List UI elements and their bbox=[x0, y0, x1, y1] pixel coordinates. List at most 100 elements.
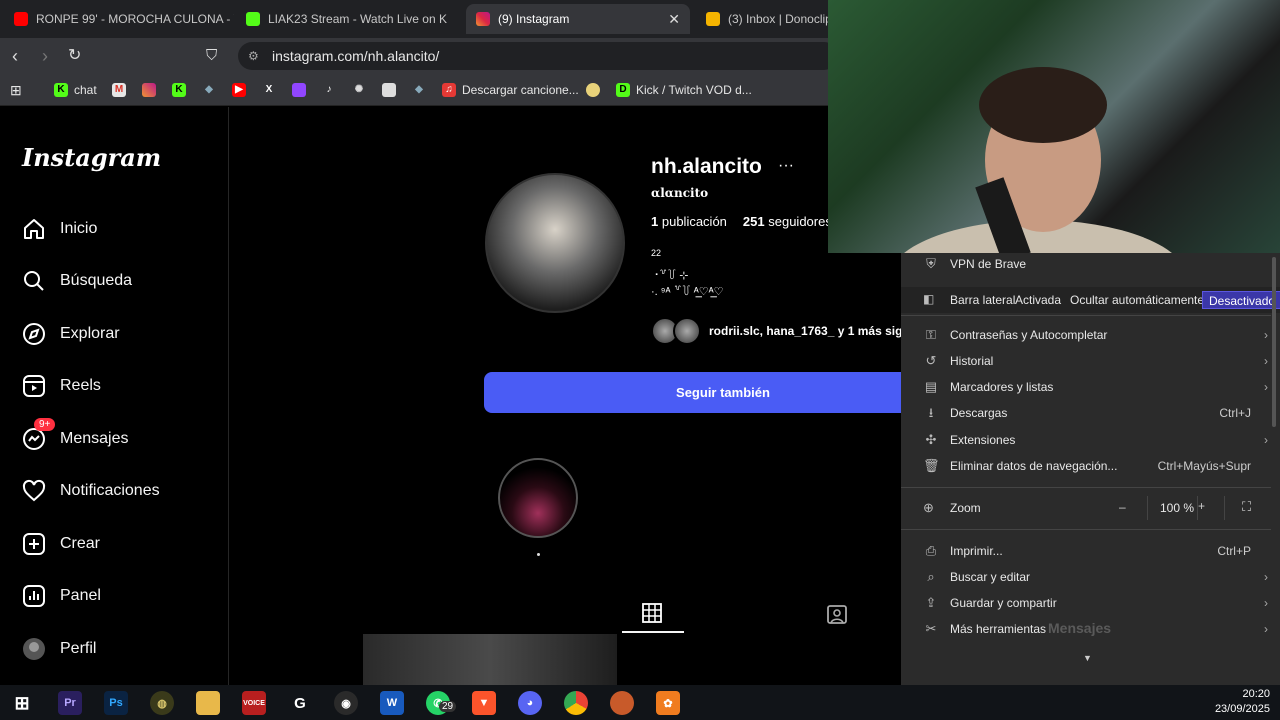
tab-label: LIAK23 Stream - Watch Live on K bbox=[268, 12, 447, 26]
sidebar-option-on[interactable]: Activada bbox=[1015, 291, 1061, 309]
follow-back-button[interactable]: Seguir también bbox=[484, 372, 962, 413]
bookmark-gmail[interactable]: M bbox=[112, 81, 132, 99]
tab-kick[interactable]: LIAK23 Stream - Watch Live on K bbox=[236, 4, 464, 34]
menu-label: Descargas bbox=[950, 406, 1008, 420]
menu-shortcut: Ctrl+Mayús+Supr bbox=[1157, 459, 1251, 473]
more-options-icon[interactable]: ··· bbox=[778, 157, 794, 175]
chevron-down-icon: ▼ bbox=[1083, 653, 1092, 663]
bookmark-misc[interactable] bbox=[586, 81, 606, 99]
url-input[interactable]: ⚙ instagram.com/nh.alancito/ bbox=[238, 42, 838, 70]
site-info-icon[interactable]: ⚙ bbox=[248, 49, 259, 63]
clock[interactable]: 20:20 23/09/2025 bbox=[1215, 687, 1270, 717]
nav-perfil[interactable]: Perfil bbox=[22, 634, 96, 664]
menu-label: Buscar y editar bbox=[950, 570, 1031, 584]
trash-icon: 🗑 bbox=[923, 458, 940, 473]
bookmark-label: Descargar cancione... bbox=[462, 83, 579, 97]
posts-number: 1 bbox=[651, 214, 659, 229]
avatar bbox=[23, 638, 45, 660]
nav-explorar[interactable]: Explorar bbox=[22, 319, 120, 349]
bookmark-descargar[interactable]: ♫ Descargar cancione... bbox=[442, 81, 579, 99]
heart-icon bbox=[22, 479, 46, 502]
tab-instagram[interactable]: (9) Instagram ✕ bbox=[466, 4, 690, 34]
nav-crear[interactable]: Crear bbox=[22, 529, 100, 559]
bookmark-app[interactable] bbox=[382, 81, 402, 99]
bookmark-openai[interactable]: ✺ bbox=[352, 81, 372, 99]
chrome-icon[interactable] bbox=[564, 691, 588, 715]
menu-label: Imprimir... bbox=[950, 544, 1003, 558]
zoom-in-button[interactable]: + bbox=[1198, 499, 1205, 513]
menu-downloads[interactable]: ⭳ Descargas Ctrl+J bbox=[901, 400, 1280, 426]
tiktok-icon: ♪ bbox=[326, 84, 332, 95]
bookmark-twitch[interactable] bbox=[292, 81, 312, 99]
discord-icon[interactable]: ◕ bbox=[518, 691, 542, 715]
reload-icon[interactable]: ↻ bbox=[68, 46, 81, 66]
bookmark-chat[interactable]: Kchat bbox=[54, 81, 97, 99]
chevron-right-icon: › bbox=[1264, 380, 1268, 394]
tab-donoclip[interactable]: (3) Inbox | Donoclip bbox=[696, 4, 830, 34]
sidebar-option-autohide[interactable]: Ocultar automáticamente bbox=[1070, 291, 1204, 309]
app-icon[interactable]: G bbox=[288, 691, 312, 715]
app-icon[interactable]: ◍ bbox=[150, 691, 174, 715]
menu-clear-data[interactable]: 🗑 Eliminar datos de navegación... Ctrl+M… bbox=[901, 453, 1280, 479]
menu-divider bbox=[1224, 496, 1225, 520]
menu-scrollbar[interactable] bbox=[1272, 257, 1276, 427]
brave-icon[interactable]: ▼ bbox=[472, 691, 496, 715]
nav-panel[interactable]: Panel bbox=[22, 581, 101, 611]
sidebar-option-off[interactable]: Desactivado bbox=[1202, 291, 1280, 309]
menu-label: Historial bbox=[950, 354, 994, 368]
nav-notificaciones[interactable]: Notificaciones bbox=[22, 476, 160, 506]
bookmark-kick[interactable]: K bbox=[172, 81, 192, 99]
bookmark-youtube[interactable]: ▶ bbox=[232, 81, 252, 99]
grid-icon[interactable] bbox=[642, 603, 662, 623]
post-thumbnail[interactable] bbox=[363, 634, 617, 685]
menu-divider bbox=[901, 487, 1271, 488]
menu-extensions[interactable]: ✣ Extensiones › bbox=[901, 427, 1280, 453]
chart-icon bbox=[23, 585, 45, 607]
youtube-icon bbox=[14, 12, 28, 26]
close-icon[interactable]: ✕ bbox=[668, 11, 680, 28]
zoom-out-button[interactable]: – bbox=[1119, 500, 1126, 514]
nav-label: Mensajes bbox=[60, 430, 129, 447]
bookmark-icon[interactable]: ⛉ bbox=[206, 46, 217, 66]
nav-busqueda[interactable]: Búsqueda bbox=[22, 266, 132, 296]
menu-save-share[interactable]: ⇪ Guardar y compartir › bbox=[901, 590, 1280, 616]
premiere-icon[interactable]: Pr bbox=[58, 691, 82, 715]
nav-mensajes[interactable]: 9+ Mensajes bbox=[22, 418, 129, 454]
word-icon[interactable]: W bbox=[380, 691, 404, 715]
bookmark-tiktok[interactable]: ♪ bbox=[322, 81, 342, 99]
bookmark-kick-vod[interactable]: D Kick / Twitch VOD d... bbox=[616, 81, 752, 99]
folder-icon[interactable] bbox=[196, 691, 220, 715]
menu-find[interactable]: ⌕ Buscar y editar › bbox=[901, 564, 1280, 590]
instagram-logo[interactable]: Instagram bbox=[22, 143, 161, 172]
menu-vpn[interactable]: ⛨ VPN de Brave bbox=[901, 251, 1280, 277]
nav-reels[interactable]: Reels bbox=[22, 371, 101, 401]
bookmark-x[interactable]: X bbox=[262, 81, 282, 99]
menu-shortcut: Ctrl+J bbox=[1219, 406, 1251, 420]
bookmark-instagram[interactable] bbox=[142, 81, 162, 99]
tagged-icon[interactable] bbox=[826, 603, 848, 625]
menu-bookmarks[interactable]: ▤ Marcadores y listas › bbox=[901, 374, 1280, 400]
app-icon[interactable] bbox=[610, 691, 634, 715]
tab-youtube[interactable]: RONPE 99' - MOROCHA CULONA - Y bbox=[4, 4, 234, 34]
nav-inicio[interactable]: Inicio bbox=[22, 214, 97, 244]
windows-start-icon[interactable]: ⊞ bbox=[10, 691, 34, 715]
fullscreen-icon[interactable]: ⛶ bbox=[1242, 499, 1251, 515]
apps-grid-icon[interactable]: ⊞ bbox=[10, 81, 22, 99]
profile-avatar[interactable] bbox=[485, 173, 625, 313]
voicemeeter-icon[interactable]: VOICE bbox=[242, 691, 266, 715]
bookmark-eth2[interactable]: ◆ bbox=[412, 81, 432, 99]
fl-studio-icon[interactable]: ✿ bbox=[656, 691, 680, 715]
story-highlight[interactable] bbox=[498, 458, 578, 538]
menu-passwords[interactable]: ⚿ Contraseñas y Autocompletar › bbox=[901, 322, 1280, 348]
obs-icon[interactable]: ◉ bbox=[334, 691, 358, 715]
menu-print[interactable]: ⎙ Imprimir... Ctrl+P bbox=[901, 538, 1280, 564]
followers-count[interactable]: 251 seguidores bbox=[743, 214, 832, 229]
bookmark-label: chat bbox=[74, 83, 97, 97]
photoshop-icon[interactable]: Ps bbox=[104, 691, 128, 715]
puzzle-icon: ✣ bbox=[925, 432, 937, 447]
bookmark-eth[interactable]: ◆ bbox=[202, 81, 222, 99]
forward-icon[interactable]: › bbox=[42, 46, 48, 66]
menu-history[interactable]: ↺ Historial › bbox=[901, 348, 1280, 374]
back-icon[interactable]: ‹ bbox=[12, 46, 18, 66]
avatar bbox=[673, 317, 701, 345]
